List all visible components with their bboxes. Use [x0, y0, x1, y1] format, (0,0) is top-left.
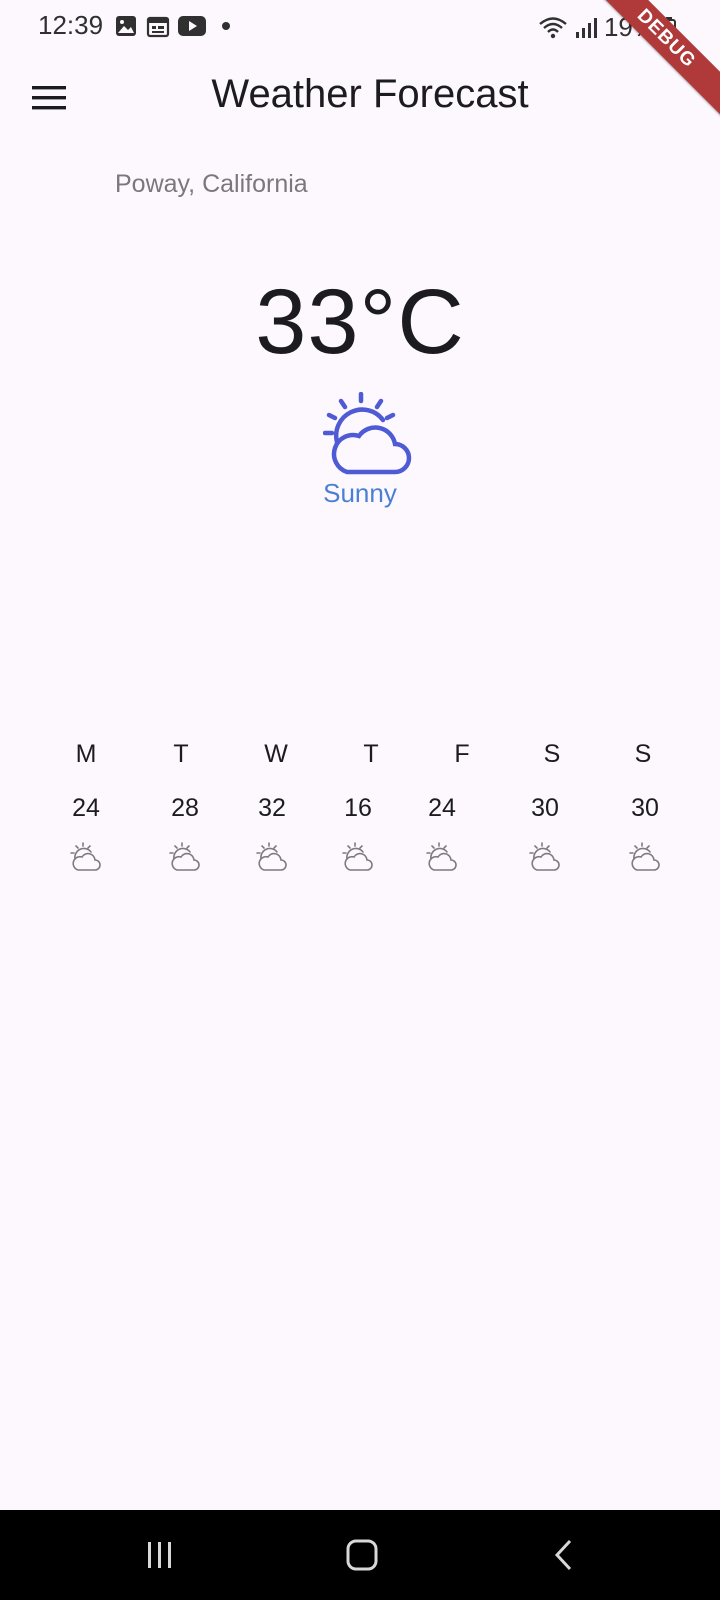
- status-notification-icons: [114, 14, 230, 38]
- partly-sunny-icon: [529, 842, 560, 871]
- forecast-temperature: 28: [171, 794, 199, 822]
- forecast-day-7: S 30: [605, 738, 685, 872]
- weather-app-screen: 12:39 19% DEBUG Weather Forecast Poway, …: [0, 0, 720, 1600]
- partly-sunny-icon: [70, 842, 101, 871]
- forecast-day-5: F 24: [402, 738, 482, 872]
- forecast-temperature: 30: [631, 794, 659, 822]
- forecast-day-label: F: [454, 740, 470, 768]
- forecast-day-label: T: [363, 740, 379, 768]
- partly-sunny-icon: [169, 842, 200, 871]
- notification-dot-icon: [222, 22, 230, 30]
- recent-apps-button[interactable]: [130, 1530, 190, 1580]
- forecast-temperature: 24: [72, 794, 100, 822]
- forecast-temperature: 30: [531, 794, 559, 822]
- partly-sunny-icon: [629, 842, 660, 871]
- back-icon: [554, 1539, 572, 1571]
- partly-sunny-icon: [256, 842, 287, 871]
- forecast-temperature: 32: [258, 794, 286, 822]
- partly-sunny-icon: [342, 842, 373, 871]
- forecast-day-label: T: [173, 740, 189, 768]
- forecast-temperature: 16: [344, 794, 372, 822]
- forecast-day-4: T 16: [318, 738, 398, 872]
- forecast-temperature: 24: [428, 794, 456, 822]
- current-temperature: 33°C: [255, 271, 465, 373]
- back-button[interactable]: [534, 1530, 594, 1580]
- image-icon: [116, 16, 136, 36]
- forecast-day-label: S: [634, 740, 652, 768]
- status-bar: 12:39 19%: [0, 0, 720, 52]
- forecast-day-label: W: [264, 740, 288, 768]
- signal-icon: [575, 17, 597, 38]
- forecast-day-3: W 32: [232, 738, 312, 872]
- home-button[interactable]: [332, 1530, 392, 1580]
- current-condition: Sunny: [323, 478, 397, 508]
- page-title: Weather Forecast: [211, 72, 529, 116]
- partly-sunny-icon: [323, 392, 412, 475]
- status-time: 12:39: [38, 10, 104, 40]
- wifi-icon: [539, 16, 567, 38]
- youtube-icon: [178, 16, 206, 36]
- forecast-day-2: T 28: [145, 738, 225, 872]
- system-nav-bar: [0, 1510, 720, 1600]
- home-icon: [346, 1539, 378, 1571]
- forecast-day-label: S: [543, 740, 561, 768]
- forecast-day-6: S 30: [505, 738, 585, 872]
- recent-apps-icon: [148, 1542, 171, 1568]
- calendar-icon: [146, 16, 170, 38]
- forecast-day-1: M 24: [46, 738, 126, 872]
- forecast-day-label: M: [75, 740, 97, 768]
- app-bar: Weather Forecast: [0, 52, 720, 144]
- weekly-forecast: M 24 T 28 W 32 T 16 F 24 S 30 S 30: [0, 738, 720, 888]
- location-label: Poway, California: [115, 170, 308, 198]
- partly-sunny-icon: [426, 842, 457, 871]
